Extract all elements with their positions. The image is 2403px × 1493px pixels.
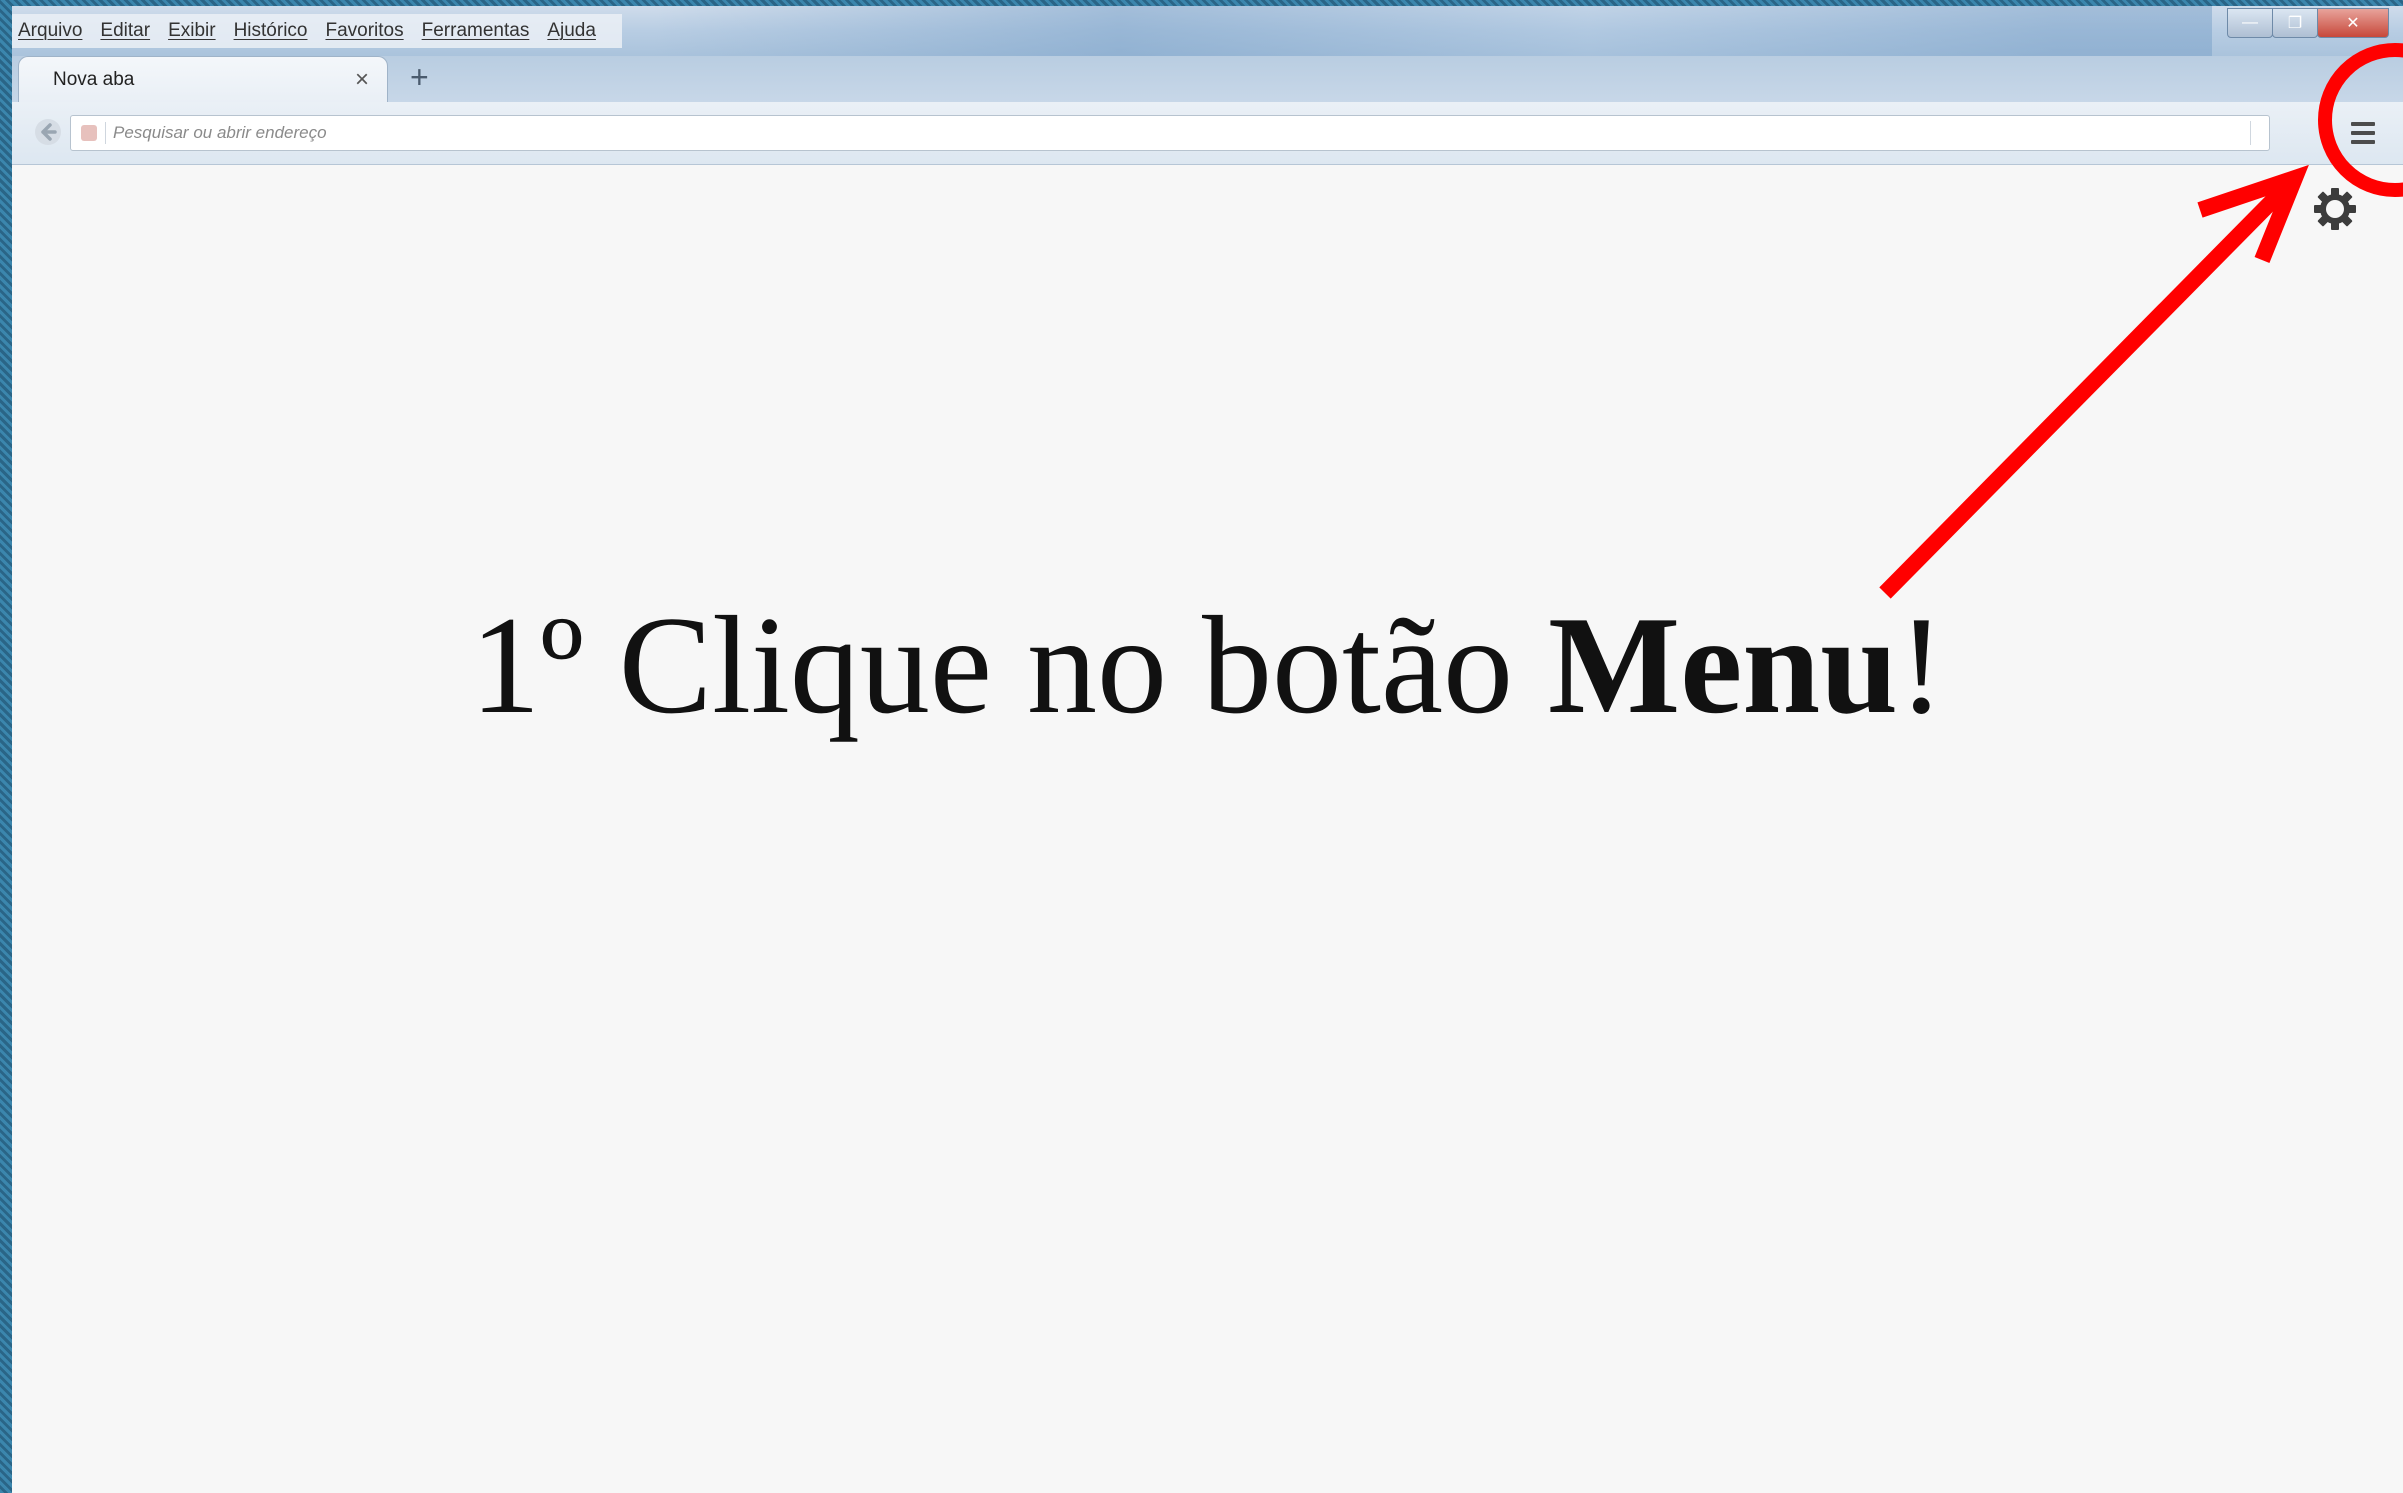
minimize-button[interactable]: — <box>2227 8 2273 38</box>
back-arrow-icon <box>35 119 61 145</box>
menu-historico[interactable]: Histórico <box>234 20 308 42</box>
restore-button[interactable]: ❐ <box>2272 8 2318 38</box>
menu-editar[interactable]: Editar <box>100 20 150 42</box>
menu-exibir[interactable]: Exibir <box>168 20 216 42</box>
browser-window: Arquivo Editar Exibir Histórico Favorito… <box>12 6 2403 1493</box>
hamburger-menu-button[interactable] <box>2343 115 2383 151</box>
menu-ferramentas[interactable]: Ferramentas <box>422 20 530 42</box>
back-button[interactable] <box>32 116 64 148</box>
menu-bar: Arquivo Editar Exibir Histórico Favorito… <box>12 14 622 48</box>
tab-close-icon[interactable]: × <box>355 66 369 94</box>
title-bar: Arquivo Editar Exibir Histórico Favorito… <box>12 6 2403 56</box>
tab-nova-aba[interactable]: Nova aba × <box>18 56 388 102</box>
url-input[interactable] <box>113 116 2213 150</box>
navigation-bar <box>12 102 2403 165</box>
hamburger-menu-icon <box>2351 122 2375 126</box>
instruction-text: 1º Clique no botão Menu! <box>12 586 2403 746</box>
menu-arquivo[interactable]: Arquivo <box>18 20 82 42</box>
site-identity-icon <box>81 125 97 141</box>
gear-icon[interactable] <box>2312 186 2358 232</box>
url-bar[interactable] <box>70 115 2270 151</box>
window-controls: — ❐ ✕ <box>2227 8 2389 38</box>
close-window-button[interactable]: ✕ <box>2317 8 2389 38</box>
tab-strip: Nova aba × + <box>12 56 2403 102</box>
tab-title: Nova aba <box>53 69 135 90</box>
instruction-prefix: 1º Clique no botão <box>470 588 1549 743</box>
instruction-menu-word: Menu <box>1548 588 1899 743</box>
new-tab-button[interactable]: + <box>410 60 429 94</box>
menu-favoritos[interactable]: Favoritos <box>325 20 403 42</box>
instruction-suffix: ! <box>1898 588 1945 743</box>
menu-ajuda[interactable]: Ajuda <box>547 20 596 42</box>
